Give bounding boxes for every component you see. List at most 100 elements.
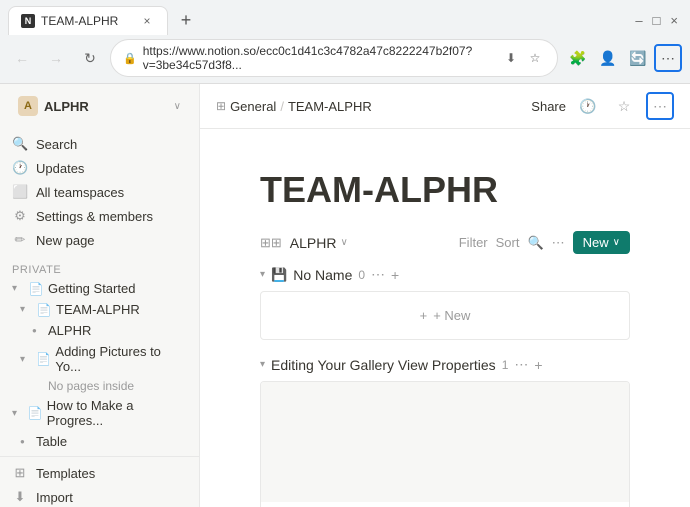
topbar-actions: Share 🕐 ☆ ⋯	[531, 92, 674, 120]
database-actions: Filter Sort 🔍 ⋯ New ∨	[459, 231, 630, 254]
reload-button[interactable]: ↻	[76, 44, 104, 72]
tree-bullet-icon: ●	[20, 437, 32, 446]
window-controls: – □ ×	[631, 11, 682, 30]
tree-item-getting-started[interactable]: ▾ 📄 Getting Started	[0, 278, 199, 299]
url-bar[interactable]: 🔒 https://www.notion.so/ecc0c1d41c3c4782…	[110, 39, 558, 77]
close-button[interactable]: ×	[666, 11, 682, 30]
share-button[interactable]: Share	[531, 99, 566, 114]
tree-item-adding-pictures[interactable]: ▾ 📄 Adding Pictures to Yo...	[0, 341, 199, 377]
sidebar-item-teamspaces[interactable]: ⬜ All teamspaces	[0, 180, 199, 204]
url-lock-icon: 🔒	[123, 52, 137, 65]
sidebar-item-import[interactable]: ⬇ Import	[0, 485, 199, 507]
database-header: ⊞⊞ ALPHR ∨ Filter Sort 🔍 ⋯ New ∨	[260, 231, 630, 254]
sidebar-item-settings[interactable]: ⚙ Settings & members	[0, 204, 199, 228]
search-icon: 🔍	[12, 136, 28, 152]
sidebar-updates-label: Updates	[36, 161, 84, 176]
tree-chevron-icon: ▾	[20, 354, 32, 365]
tree-bullet-icon: ●	[32, 326, 44, 335]
sidebar-teamspaces-label: All teamspaces	[36, 185, 124, 200]
sidebar-item-search[interactable]: 🔍 Search	[0, 132, 199, 156]
workspace-avatar-letter: A	[24, 100, 32, 112]
sort-button[interactable]: Sort	[496, 235, 520, 250]
breadcrumb-icon: ⊞	[216, 99, 226, 113]
sidebar-tree: ▾ 📄 Getting Started ▾ 📄 TEAM-ALPHR ● ALP…	[0, 278, 199, 452]
database-name-label: ALPHR	[290, 235, 337, 251]
sidebar-item-new-page[interactable]: ✏ New page	[0, 228, 199, 252]
history-button[interactable]: 🕐	[574, 92, 602, 120]
tree-progress-label: How to Make a Progres...	[47, 398, 187, 428]
sidebar-import-label: Import	[36, 490, 73, 505]
database-name[interactable]: ALPHR ∨	[290, 235, 348, 251]
page-icon: 📄	[36, 303, 52, 317]
section-add-icon[interactable]: +	[534, 357, 542, 373]
maximize-button[interactable]: □	[649, 11, 665, 30]
tab-label: TEAM-ALPHR	[41, 14, 133, 28]
sidebar-settings-label: Settings & members	[36, 209, 153, 224]
database-name-chevron-icon: ∨	[340, 237, 347, 248]
import-icon: ⬇	[12, 489, 28, 505]
gallery-card-content: 📄 Editing Your Gallery View Properties ?	[261, 502, 629, 507]
workspace-name-label: ALPHR	[44, 99, 168, 114]
filter-button[interactable]: Filter	[459, 235, 488, 250]
url-bookmark-icon[interactable]: ☆	[525, 48, 545, 68]
page-icon: 📄	[28, 282, 44, 296]
db-more-button[interactable]: ⋯	[552, 235, 565, 251]
new-card-icon: +	[420, 308, 428, 323]
active-tab[interactable]: N TEAM-ALPHR ×	[8, 6, 168, 35]
new-tab-button[interactable]: +	[172, 7, 200, 35]
page-title: TEAM-ALPHR	[260, 169, 630, 211]
sidebar-item-updates[interactable]: 🕐 Updates	[0, 156, 199, 180]
profile-button[interactable]: 👤	[594, 44, 622, 72]
new-record-button[interactable]: New ∨	[573, 231, 630, 254]
teamspaces-icon: ⬜	[12, 184, 28, 200]
sidebar-header: A ALPHR ∨	[0, 84, 199, 128]
settings-icon: ⚙	[12, 208, 28, 224]
workspace-avatar: A	[18, 96, 38, 116]
page-content: TEAM-ALPHR ⊞⊞ ALPHR ∨ Filter Sort 🔍 ⋯ Ne…	[200, 129, 690, 507]
sidebar-bottom: ⊞ Templates ⬇ Import 🗑 Trash	[0, 456, 199, 507]
page-icon: 📄	[36, 352, 52, 366]
section-header-editing: ▾ Editing Your Gallery View Properties 1…	[260, 356, 630, 373]
tab-favicon: N	[21, 14, 35, 28]
updates-icon: 🕐	[12, 160, 28, 176]
section-name-label: No Name	[293, 267, 352, 283]
new-page-icon: ✏	[12, 232, 28, 248]
section-more-icon[interactable]: ⋯	[371, 266, 385, 283]
notion-topbar: ⊞ General / TEAM-ALPHR Share 🕐 ☆ ⋯	[200, 84, 690, 129]
db-search-button[interactable]: 🔍	[527, 235, 543, 251]
browser-update-button[interactable]: 🔄	[624, 44, 652, 72]
more-options-button[interactable]: ⋯	[646, 92, 674, 120]
sidebar-item-templates[interactable]: ⊞ Templates	[0, 461, 199, 485]
tree-chevron-icon: ▾	[12, 408, 23, 419]
sidebar-search-label: Search	[36, 137, 77, 152]
breadcrumb-parent[interactable]: General	[230, 99, 276, 114]
tree-item-table[interactable]: ● Table	[0, 431, 199, 452]
section-editing-count: 1	[502, 358, 509, 372]
back-button[interactable]: ←	[8, 44, 36, 72]
forward-button[interactable]: →	[42, 44, 70, 72]
section-more-icon[interactable]: ⋯	[514, 356, 528, 373]
extensions-button[interactable]: 🧩	[564, 44, 592, 72]
gallery-card[interactable]: 📄 Editing Your Gallery View Properties ?	[261, 382, 629, 507]
tree-no-pages-label: No pages inside	[0, 377, 199, 395]
bookmark-button[interactable]: ☆	[610, 92, 638, 120]
url-download-icon[interactable]: ⬇	[501, 48, 521, 68]
section-collapse-icon[interactable]: ▾	[260, 359, 265, 370]
minimize-button[interactable]: –	[631, 11, 646, 30]
tree-item-team-alphr[interactable]: ▾ 📄 TEAM-ALPHR	[0, 299, 199, 320]
tab-close-button[interactable]: ×	[139, 13, 155, 29]
tree-team-alphr-label: TEAM-ALPHR	[56, 302, 140, 317]
browser-more-button[interactable]: ⋯	[654, 44, 682, 72]
section-add-icon[interactable]: +	[391, 267, 399, 283]
new-card-button[interactable]: + + New	[277, 308, 613, 323]
breadcrumb-current: TEAM-ALPHR	[288, 99, 372, 114]
browser-actions: 🧩 👤 🔄 ⋯	[564, 44, 682, 72]
section-count-badge: 0	[358, 268, 365, 282]
tree-item-alphr[interactable]: ● ALPHR	[0, 320, 199, 341]
section-collapse-icon[interactable]: ▾	[260, 269, 265, 280]
url-text: https://www.notion.so/ecc0c1d41c3c4782a4…	[143, 44, 495, 72]
tree-item-progress[interactable]: ▾ 📄 How to Make a Progres...	[0, 395, 199, 431]
workspace-switcher[interactable]: A ALPHR ∨	[12, 92, 187, 120]
section-db-icon: 💾	[271, 267, 287, 283]
workspace-chevron-icon: ∨	[174, 101, 181, 112]
